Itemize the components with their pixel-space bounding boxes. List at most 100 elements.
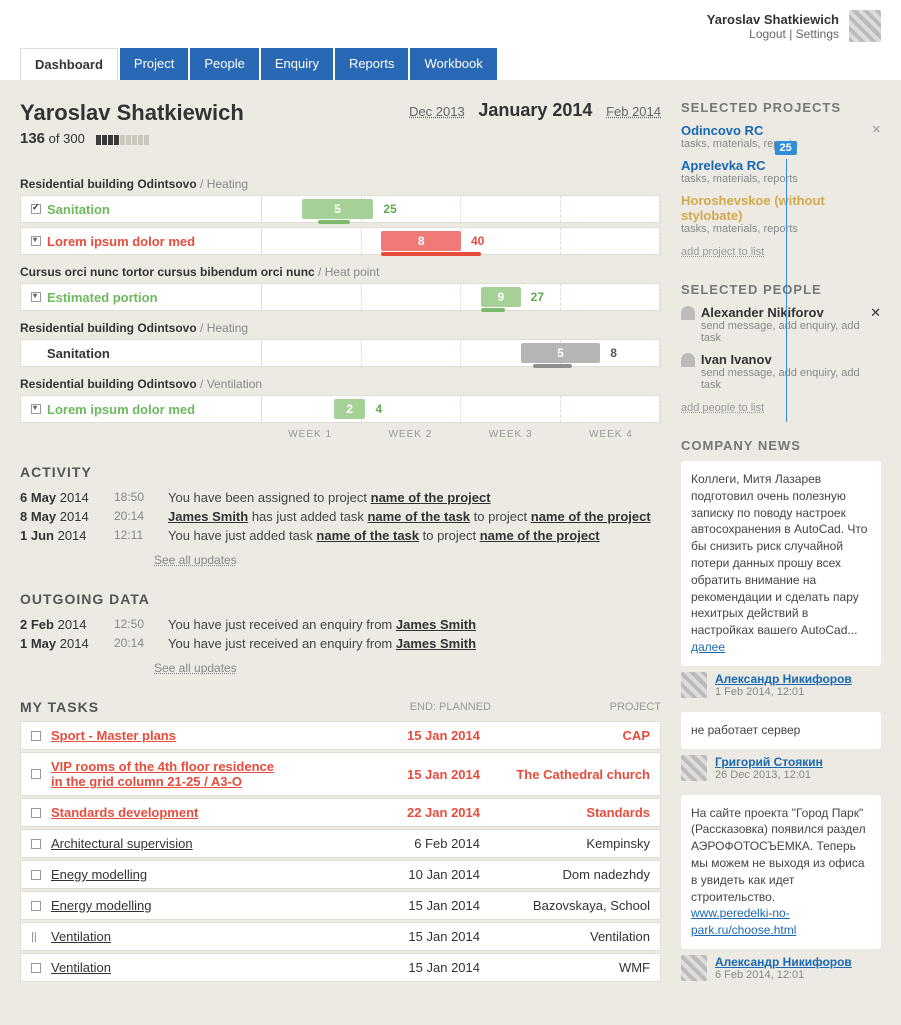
tab-project[interactable]: Project	[120, 48, 188, 80]
task-date: 15 Jan 2014	[360, 898, 480, 913]
task-row[interactable]: || Ventilation15 Jan 2014Ventilation	[20, 922, 661, 951]
company-news-heading: COMPANY NEWS	[681, 438, 881, 453]
main-tabs: Dashboard Project People Enquiry Reports…	[20, 48, 881, 80]
tasks-header: MY TASKS END: PLANNED PROJECT	[20, 699, 661, 715]
avatar[interactable]	[849, 10, 881, 42]
tab-reports[interactable]: Reports	[335, 48, 409, 80]
gantt-section-head: Residential building Odintsovo / Heating	[20, 321, 661, 335]
task-date: 15 Jan 2014	[360, 929, 480, 944]
news-card: не работает сервер	[681, 712, 881, 749]
task-row[interactable]: Enegy modelling10 Jan 2014Dom nadezhdy	[20, 860, 661, 889]
month-current: January 2014	[478, 100, 592, 120]
activity-row: 1 Jun 2014 12:11 You have just added tas…	[20, 528, 661, 543]
gantt-row[interactable]: Sanitation 5 8	[20, 339, 661, 367]
task-project: WMF	[480, 960, 650, 975]
remove-icon[interactable]: ✕	[870, 305, 881, 321]
settings-link[interactable]: Settings	[796, 27, 839, 41]
gantt-row[interactable]: Lorem ipsum dolor med 2 4	[20, 395, 661, 423]
task-date: 6 Feb 2014	[360, 836, 480, 851]
gantt-row[interactable]: Lorem ipsum dolor med 8 40	[20, 227, 661, 255]
task-row[interactable]: Standards development22 Jan 2014Standard…	[20, 798, 661, 827]
task-row[interactable]: Energy modelling15 Jan 2014Bazovskaya, S…	[20, 891, 661, 920]
page-title: Yaroslav Shatkiewich	[20, 100, 244, 126]
avatar[interactable]	[681, 672, 707, 698]
activity-row: 8 May 2014 20:14 James Smith has just ad…	[20, 509, 661, 524]
checkbox[interactable]	[31, 870, 41, 880]
task-name[interactable]: Sport - Master plans	[51, 728, 360, 743]
outgoing-heading: OUTGOING DATA	[20, 591, 661, 607]
task-date: 15 Jan 2014	[360, 960, 480, 975]
person-icon	[681, 353, 695, 367]
gantt-section-head: Residential building Odintsovo / Heating	[20, 177, 661, 191]
checkbox[interactable]	[31, 769, 41, 779]
tab-dashboard[interactable]: Dashboard	[20, 48, 118, 80]
task-row[interactable]: Sport - Master plans15 Jan 2014CAP	[20, 721, 661, 750]
month-nav: Dec 2013 January 2014 Feb 2014	[409, 100, 661, 121]
tab-enquiry[interactable]: Enquiry	[261, 48, 333, 80]
news-author: Григорий Стоякин26 Dec 2013, 12:01	[681, 755, 881, 781]
people-item[interactable]: Ivan Ivanov send message, add enquiry, a…	[681, 352, 881, 391]
people-item[interactable]: Alexander Nikiforov send message, add en…	[681, 305, 881, 344]
task-row[interactable]: Ventilation15 Jan 2014WMF	[20, 953, 661, 982]
person-icon	[681, 306, 695, 320]
pause-icon[interactable]: ||	[31, 932, 41, 942]
selected-people-heading: SELECTED PEOPLE	[681, 282, 881, 297]
see-all-activity[interactable]: See all updates	[154, 553, 237, 567]
gantt-section-head: Cursus orci nunc tortor cursus bibendum …	[20, 265, 661, 279]
project-item[interactable]: Aprelevka RC tasks, materials, reports	[681, 158, 881, 185]
gantt-row[interactable]: Sanitation 5 25	[20, 195, 661, 223]
avatar[interactable]	[681, 955, 707, 981]
tab-workbook[interactable]: Workbook	[410, 48, 496, 80]
chevron-down-icon	[31, 292, 41, 302]
logout-link[interactable]: Logout	[749, 27, 786, 41]
task-date: 10 Jan 2014	[360, 867, 480, 882]
checkbox[interactable]	[31, 839, 41, 849]
news-author: Александр Никифоров6 Feb 2014, 12:01	[681, 955, 881, 981]
selected-projects-heading: SELECTED PROJECTS	[681, 100, 881, 115]
task-name[interactable]: Energy modelling	[51, 898, 360, 913]
task-date: 15 Jan 2014	[360, 767, 480, 782]
check-icon	[31, 204, 41, 214]
chevron-down-icon	[31, 404, 41, 414]
month-prev[interactable]: Dec 2013	[409, 104, 465, 119]
week-labels: WEEK 1 WEEK 2 WEEK 3 WEEK 4	[260, 429, 661, 440]
project-item[interactable]: Horoshevskoe (without stylobate) tasks, …	[681, 193, 881, 235]
month-next[interactable]: Feb 2014	[606, 104, 661, 119]
more-link[interactable]: далее	[691, 640, 725, 654]
task-name[interactable]: Ventilation	[51, 929, 360, 944]
today-marker: 25	[774, 141, 796, 155]
remove-icon[interactable]: ✕	[872, 123, 881, 136]
task-date: 15 Jan 2014	[360, 728, 480, 743]
avatar[interactable]	[681, 755, 707, 781]
activity-row: 6 May 2014 18:50 You have been assigned …	[20, 490, 661, 505]
checkbox[interactable]	[31, 963, 41, 973]
task-project: Standards	[480, 805, 650, 820]
chevron-down-icon	[31, 236, 41, 246]
see-all-outgoing[interactable]: See all updates	[154, 661, 237, 675]
task-project: Ventilation	[480, 929, 650, 944]
task-name[interactable]: VIP rooms of the 4th floor residence in …	[51, 759, 360, 789]
task-name[interactable]: Ventilation	[51, 960, 360, 975]
author-link[interactable]: Александр Никифоров	[715, 672, 852, 686]
task-row[interactable]: VIP rooms of the 4th floor residence in …	[20, 752, 661, 796]
task-name[interactable]: Standards development	[51, 805, 360, 820]
checkbox[interactable]	[31, 731, 41, 741]
checkbox[interactable]	[31, 808, 41, 818]
gantt-row[interactable]: Estimated portion 9 27	[20, 283, 661, 311]
tab-people[interactable]: People	[190, 48, 258, 80]
checkbox[interactable]	[31, 901, 41, 911]
task-row[interactable]: Architectural supervision6 Feb 2014Kempi…	[20, 829, 661, 858]
news-link[interactable]: www.peredelki-no-park.ru/choose.html	[691, 906, 796, 937]
task-date: 22 Jan 2014	[360, 805, 480, 820]
news-card: Коллеги, Митя Лазарев подготовил очень п…	[681, 461, 881, 666]
task-name[interactable]: Enegy modelling	[51, 867, 360, 882]
author-link[interactable]: Григорий Стоякин	[715, 755, 823, 769]
task-project: CAP	[480, 728, 650, 743]
task-project: Bazovskaya, School	[480, 898, 650, 913]
gantt-chart: 25 Residential building Odintsovo / Heat…	[20, 177, 661, 440]
add-people-link[interactable]: add people to list	[681, 402, 764, 414]
gantt-section-head: Residential building Odintsovo / Ventila…	[20, 377, 661, 391]
author-link[interactable]: Александр Никифоров	[715, 955, 852, 969]
add-project-link[interactable]: add project to list	[681, 246, 764, 258]
task-name[interactable]: Architectural supervision	[51, 836, 360, 851]
